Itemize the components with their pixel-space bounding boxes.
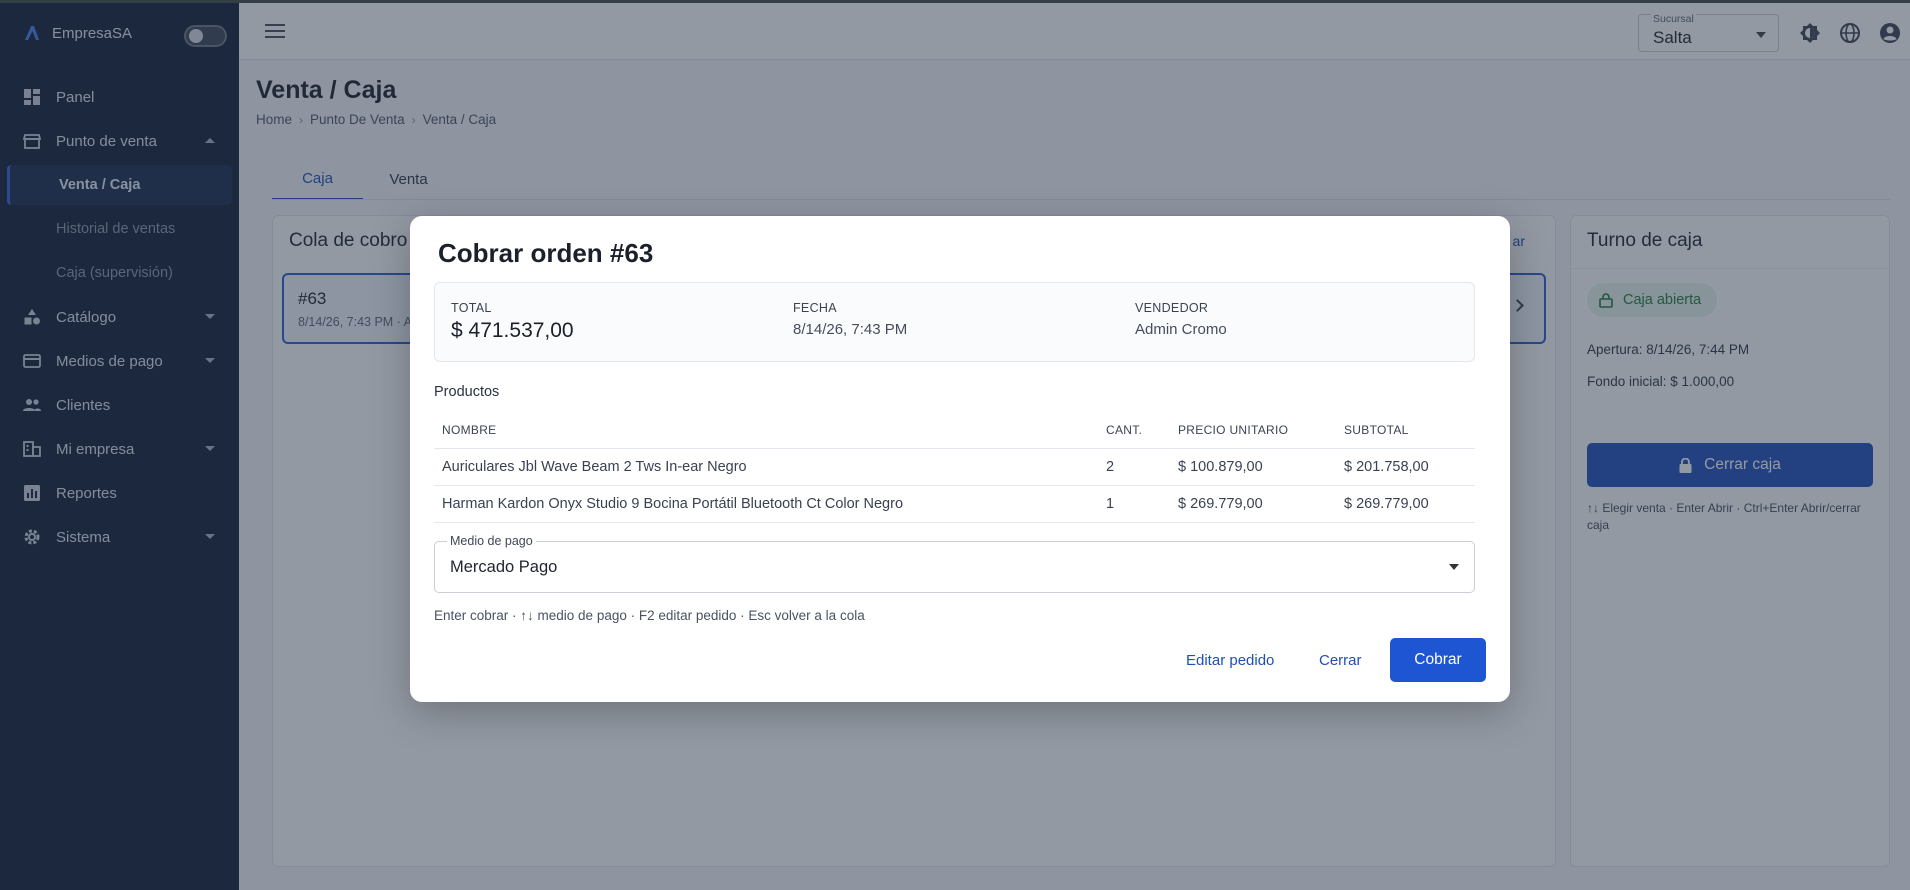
table-row: Auriculares Jbl Wave Beam 2 Tws In-ear N… — [434, 448, 1475, 486]
summary-date: FECHA 8/14/26, 7:43 PM — [793, 301, 907, 338]
charge-order-dialog: Cobrar orden #63 TOTAL $ 471.537,00 FECH… — [410, 216, 1510, 702]
table-header-row: NOMBRE CANT. PRECIO UNITARIO SUBTOTAL — [434, 412, 1475, 449]
payment-method-select[interactable]: Medio de pago Mercado Pago — [434, 534, 1475, 593]
summary-total-label: TOTAL — [451, 301, 492, 315]
payment-method-label: Medio de pago — [447, 534, 536, 548]
product-subtotal: $ 269.779,00 — [1336, 485, 1475, 523]
column-header-name: NOMBRE — [434, 412, 1098, 449]
edit-order-button[interactable]: Editar pedido — [1186, 638, 1274, 682]
close-dialog-button[interactable]: Cerrar — [1319, 638, 1362, 682]
payment-method-value: Mercado Pago — [450, 558, 558, 576]
charge-button[interactable]: Cobrar — [1390, 638, 1486, 682]
product-name: Harman Kardon Onyx Studio 9 Bocina Portá… — [434, 485, 1098, 523]
table-row: Harman Kardon Onyx Studio 9 Bocina Portá… — [434, 485, 1475, 523]
product-qty: 1 — [1098, 485, 1170, 523]
product-subtotal: $ 201.758,00 — [1336, 448, 1475, 486]
dialog-title: Cobrar orden #63 — [438, 238, 654, 268]
product-name: Auriculares Jbl Wave Beam 2 Tws In-ear N… — [434, 448, 1098, 486]
summary-date-value: 8/14/26, 7:43 PM — [793, 321, 908, 338]
caret-down-icon — [1449, 564, 1459, 570]
product-unit-price: $ 269.779,00 — [1170, 485, 1336, 523]
summary-date-label: FECHA — [793, 301, 837, 315]
order-summary: TOTAL $ 471.537,00 FECHA 8/14/26, 7:43 P… — [434, 282, 1475, 362]
keyboard-hint: Enter cobrar · ↑↓ medio de pago · F2 edi… — [434, 608, 865, 623]
column-header-unit-price: PRECIO UNITARIO — [1170, 412, 1336, 449]
summary-seller: VENDEDOR Admin Cromo — [1135, 301, 1227, 338]
product-unit-price: $ 100.879,00 — [1170, 448, 1336, 486]
product-qty: 2 — [1098, 448, 1170, 486]
summary-total-value: $ 471.537,00 — [451, 319, 574, 342]
column-header-subtotal: SUBTOTAL — [1336, 412, 1475, 449]
products-table: NOMBRE CANT. PRECIO UNITARIO SUBTOTAL Au… — [434, 412, 1475, 523]
summary-seller-value: Admin Cromo — [1135, 321, 1227, 338]
summary-total: TOTAL $ 471.537,00 — [451, 301, 574, 343]
products-heading: Productos — [434, 384, 500, 400]
summary-seller-label: VENDEDOR — [1135, 301, 1209, 315]
column-header-qty: CANT. — [1098, 412, 1170, 449]
